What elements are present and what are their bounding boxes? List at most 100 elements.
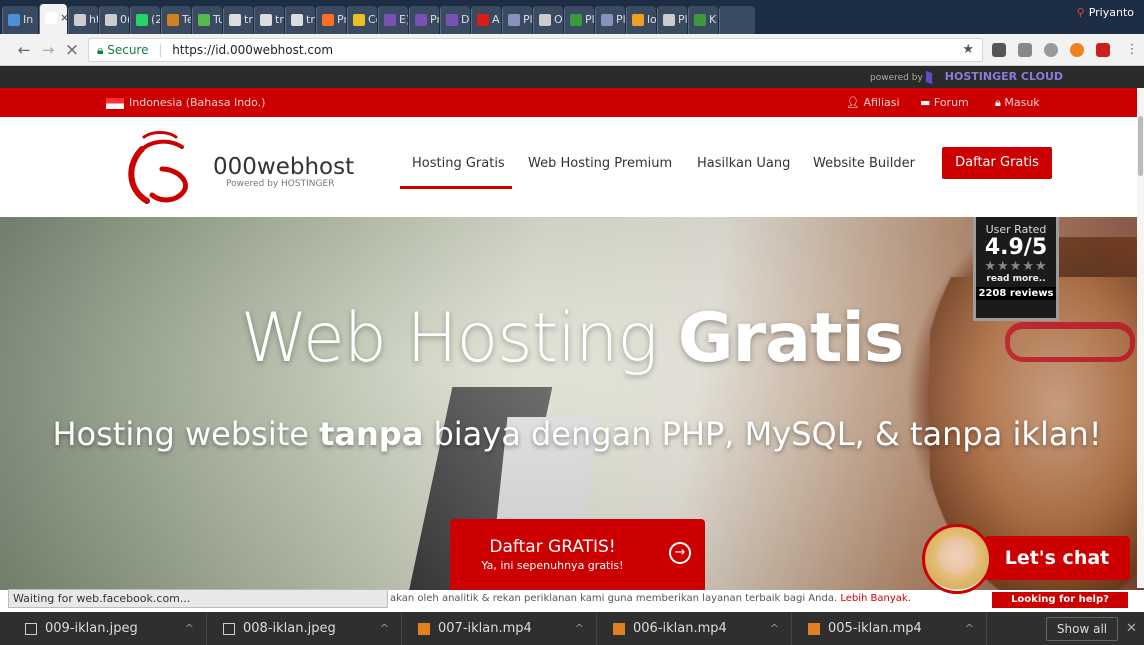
image-file-icon [25, 622, 37, 635]
browser-tab[interactable]: A [471, 6, 501, 34]
url-input[interactable]: 🔒︎ Secure | https://id.000webhost.com ★ [88, 38, 983, 62]
tab-label: Tu [213, 13, 222, 26]
tab-favicon-icon [260, 14, 272, 26]
extension-glasses-icon[interactable] [992, 43, 1006, 57]
chevron-up-icon[interactable]: ^ [770, 612, 779, 645]
show-all-downloads-button[interactable]: Show all [1046, 617, 1118, 641]
download-item[interactable]: 005-iklan.mp4 ^ [792, 612, 987, 645]
browser-tab[interactable]: × [39, 4, 67, 34]
download-item[interactable]: 006-iklan.mp4 ^ [597, 612, 792, 645]
page-scrollbar[interactable] [1137, 88, 1144, 588]
forum-link[interactable]: ▬ Forum [920, 88, 969, 117]
tab-favicon-icon [167, 14, 179, 26]
browser-tab[interactable]: Pl [502, 6, 532, 34]
tab-favicon-icon [74, 14, 86, 26]
download-item[interactable]: 008-iklan.jpeg ^ [207, 612, 402, 645]
login-link[interactable]: 🔒︎ Masuk [995, 88, 1040, 117]
browser-tab[interactable]: Pr [409, 6, 439, 34]
profile-icon: ⚲ [1076, 6, 1085, 19]
browser-tab[interactable] [719, 6, 755, 34]
tab-label: A [492, 13, 500, 26]
profile-button[interactable]: ⚲ Priyanto [1070, 0, 1140, 26]
user-rating-badge[interactable]: User Rated 4.9/5 ★★★★★ read more.. 2208 … [973, 217, 1059, 321]
extension-orange-icon[interactable] [1070, 43, 1084, 57]
tab-favicon-icon [291, 14, 303, 26]
image-file-icon [223, 622, 235, 635]
scrollbar-thumb[interactable] [1138, 116, 1143, 176]
nav-website-builder[interactable]: Website Builder [813, 156, 915, 171]
browser-tab[interactable]: Pl [595, 6, 625, 34]
browser-tab[interactable]: E) [378, 6, 408, 34]
signup-button[interactable]: Daftar Gratis [942, 147, 1052, 179]
000webhost-logo-icon[interactable] [122, 129, 194, 207]
rating-score: 4.9/5 [984, 235, 1048, 260]
nav-hosting-gratis[interactable]: Hosting Gratis [412, 156, 505, 171]
read-more-link[interactable]: read more.. [976, 274, 1056, 284]
browser-tab[interactable]: tr [254, 6, 284, 34]
stop-button[interactable]: × [62, 40, 82, 60]
tab-label: In [23, 13, 34, 26]
download-item[interactable]: 007-iklan.mp4 ^ [402, 612, 597, 645]
browser-tab[interactable]: tr [285, 6, 315, 34]
browser-tab[interactable]: In [2, 6, 38, 34]
hero-title-light: Web Hosting [240, 299, 678, 378]
browser-menu-icon[interactable]: ⋮ [1122, 40, 1142, 60]
browser-tab[interactable]: Pl [564, 6, 594, 34]
chevron-up-icon[interactable]: ^ [380, 612, 389, 645]
rating-stars-icon: ★★★★★ [984, 259, 1048, 274]
browser-tab[interactable]: O [533, 6, 563, 34]
browser-tab[interactable]: Tu [192, 6, 222, 34]
chevron-up-icon[interactable]: ^ [575, 612, 584, 645]
arrow-right-icon: → [669, 542, 691, 564]
chat-widget[interactable]: Let's chat Looking for help? [918, 522, 1134, 612]
download-filename: 007-iklan.mp4 [438, 621, 532, 636]
powered-by-bar: powered by HOSTINGER CLOUD [0, 66, 1144, 88]
browser-tab[interactable]: Co [347, 6, 377, 34]
chevron-up-icon[interactable]: ^ [965, 612, 974, 645]
hero-subtitle-part2: biaya dengan PHP, MySQL, & tanpa iklan! [423, 415, 1102, 453]
browser-tab[interactable]: Pr [316, 6, 346, 34]
profile-name: Priyanto [1088, 6, 1134, 19]
bookmark-star-icon[interactable]: ★ [962, 39, 974, 61]
tab-favicon-icon [198, 14, 210, 26]
browser-tab[interactable]: Te [161, 6, 191, 34]
tab-favicon-icon [45, 12, 57, 24]
extension-shield-icon[interactable] [1044, 43, 1058, 57]
tab-favicon-icon [632, 14, 644, 26]
hostinger-cloud-brand: HOSTINGER CLOUD [944, 70, 1064, 83]
hero-signup-button[interactable]: Daftar GRATIS! Ya, ini sepenuhnya gratis… [450, 519, 705, 590]
tab-favicon-icon [601, 14, 613, 26]
brand-name[interactable]: 000webhost [213, 155, 354, 179]
browser-tab[interactable]: tr [223, 6, 253, 34]
download-filename: 006-iklan.mp4 [633, 621, 727, 636]
extension-cors-icon[interactable] [1096, 43, 1110, 57]
download-item[interactable]: 009-iklan.jpeg ^ [0, 612, 207, 645]
chat-bubble[interactable]: Let's chat [984, 536, 1130, 580]
login-label: Masuk [1004, 96, 1040, 109]
tab-favicon-icon [8, 14, 20, 26]
tab-favicon-icon [384, 14, 396, 26]
chat-help-label[interactable]: Looking for help? [992, 592, 1128, 608]
browser-tab[interactable]: ht [68, 6, 98, 34]
browser-tab[interactable]: D [440, 6, 470, 34]
forward-button[interactable]: → [38, 40, 58, 60]
close-icon[interactable]: ✕ [1126, 612, 1137, 645]
extension-save-icon[interactable] [1018, 43, 1032, 57]
nav-web-hosting-premium[interactable]: Web Hosting Premium [528, 156, 672, 171]
browser-tab[interactable]: Pl [657, 6, 687, 34]
tab-label: × [60, 11, 67, 24]
affiliate-link[interactable]: 👤︎ Afiliasi [846, 88, 900, 117]
nav-hasilkan-uang[interactable]: Hasilkan Uang [697, 156, 790, 171]
hero-title-bold: Gratis [677, 299, 905, 378]
browser-tab[interactable]: lo [626, 6, 656, 34]
back-button[interactable]: ← [14, 40, 34, 60]
tab-label: tr [275, 13, 284, 26]
browser-tab[interactable]: 0( [99, 6, 129, 34]
chat-agent-avatar[interactable] [922, 524, 992, 594]
chevron-up-icon[interactable]: ^ [185, 612, 194, 645]
site-header: 000webhost Powered by HOSTINGER Hosting … [0, 117, 1144, 217]
browser-tab[interactable]: K [688, 6, 718, 34]
browser-tab[interactable]: (2 [130, 6, 160, 34]
cookie-more-link[interactable]: Lebih Banyak. [840, 593, 911, 604]
language-selector[interactable]: Indonesia (Bahasa Indo.) [106, 88, 265, 117]
